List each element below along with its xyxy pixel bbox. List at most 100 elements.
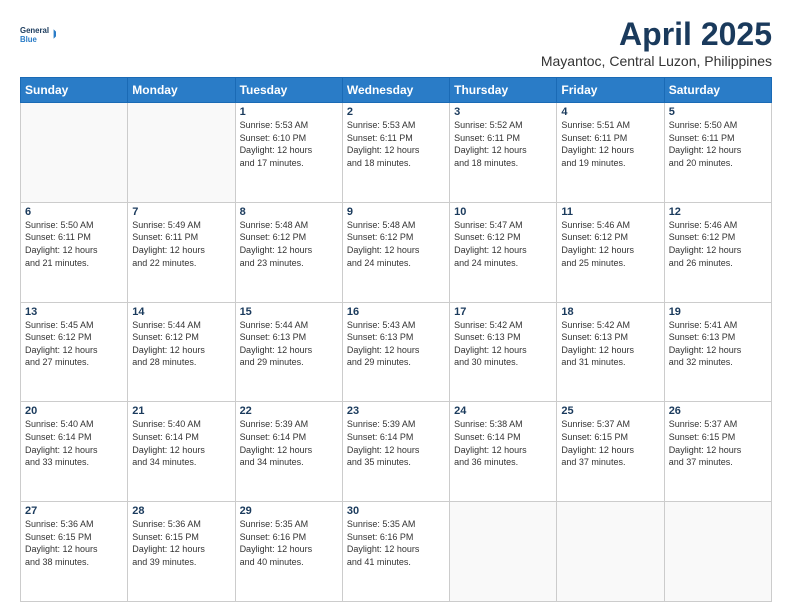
day-number: 23 [347, 405, 445, 417]
calendar-cell: 1Sunrise: 5:53 AM Sunset: 6:10 PM Daylig… [235, 103, 342, 203]
weekday-header-wednesday: Wednesday [342, 78, 449, 103]
day-number: 10 [454, 206, 552, 218]
calendar-cell: 10Sunrise: 5:47 AM Sunset: 6:12 PM Dayli… [450, 202, 557, 302]
day-number: 26 [669, 405, 767, 417]
day-number: 25 [561, 405, 659, 417]
calendar-cell: 14Sunrise: 5:44 AM Sunset: 6:12 PM Dayli… [128, 302, 235, 402]
day-number: 13 [25, 306, 123, 318]
calendar-cell: 18Sunrise: 5:42 AM Sunset: 6:13 PM Dayli… [557, 302, 664, 402]
day-number: 27 [25, 505, 123, 517]
logo: General Blue [20, 16, 56, 52]
page: General Blue April 2025 Mayantoc, Centra… [0, 0, 792, 612]
day-info: Sunrise: 5:37 AM Sunset: 6:15 PM Dayligh… [669, 418, 767, 468]
calendar-cell: 24Sunrise: 5:38 AM Sunset: 6:14 PM Dayli… [450, 402, 557, 502]
day-number: 9 [347, 206, 445, 218]
header: General Blue April 2025 Mayantoc, Centra… [20, 16, 772, 69]
day-info: Sunrise: 5:52 AM Sunset: 6:11 PM Dayligh… [454, 119, 552, 169]
day-info: Sunrise: 5:50 AM Sunset: 6:11 PM Dayligh… [25, 219, 123, 269]
calendar-cell: 13Sunrise: 5:45 AM Sunset: 6:12 PM Dayli… [21, 302, 128, 402]
day-number: 2 [347, 106, 445, 118]
day-number: 29 [240, 505, 338, 517]
day-number: 30 [347, 505, 445, 517]
day-number: 1 [240, 106, 338, 118]
week-row-5: 27Sunrise: 5:36 AM Sunset: 6:15 PM Dayli… [21, 502, 772, 602]
day-number: 5 [669, 106, 767, 118]
calendar-cell: 29Sunrise: 5:35 AM Sunset: 6:16 PM Dayli… [235, 502, 342, 602]
svg-text:General: General [20, 26, 49, 35]
day-number: 22 [240, 405, 338, 417]
day-number: 8 [240, 206, 338, 218]
day-info: Sunrise: 5:36 AM Sunset: 6:15 PM Dayligh… [132, 518, 230, 568]
day-info: Sunrise: 5:39 AM Sunset: 6:14 PM Dayligh… [347, 418, 445, 468]
day-number: 4 [561, 106, 659, 118]
main-title: April 2025 [541, 16, 772, 53]
day-number: 15 [240, 306, 338, 318]
week-row-1: 1Sunrise: 5:53 AM Sunset: 6:10 PM Daylig… [21, 103, 772, 203]
calendar-cell: 5Sunrise: 5:50 AM Sunset: 6:11 PM Daylig… [664, 103, 771, 203]
calendar-cell: 3Sunrise: 5:52 AM Sunset: 6:11 PM Daylig… [450, 103, 557, 203]
calendar-cell: 25Sunrise: 5:37 AM Sunset: 6:15 PM Dayli… [557, 402, 664, 502]
day-number: 28 [132, 505, 230, 517]
weekday-header-friday: Friday [557, 78, 664, 103]
day-info: Sunrise: 5:43 AM Sunset: 6:13 PM Dayligh… [347, 319, 445, 369]
calendar-cell: 9Sunrise: 5:48 AM Sunset: 6:12 PM Daylig… [342, 202, 449, 302]
weekday-header-thursday: Thursday [450, 78, 557, 103]
weekday-header-sunday: Sunday [21, 78, 128, 103]
day-number: 20 [25, 405, 123, 417]
calendar-cell: 7Sunrise: 5:49 AM Sunset: 6:11 PM Daylig… [128, 202, 235, 302]
day-info: Sunrise: 5:42 AM Sunset: 6:13 PM Dayligh… [561, 319, 659, 369]
calendar-cell: 22Sunrise: 5:39 AM Sunset: 6:14 PM Dayli… [235, 402, 342, 502]
day-number: 17 [454, 306, 552, 318]
day-number: 14 [132, 306, 230, 318]
title-block: April 2025 Mayantoc, Central Luzon, Phil… [541, 16, 772, 69]
day-number: 12 [669, 206, 767, 218]
subtitle: Mayantoc, Central Luzon, Philippines [541, 53, 772, 69]
day-info: Sunrise: 5:39 AM Sunset: 6:14 PM Dayligh… [240, 418, 338, 468]
calendar-cell [21, 103, 128, 203]
day-info: Sunrise: 5:44 AM Sunset: 6:13 PM Dayligh… [240, 319, 338, 369]
week-row-2: 6Sunrise: 5:50 AM Sunset: 6:11 PM Daylig… [21, 202, 772, 302]
day-info: Sunrise: 5:53 AM Sunset: 6:10 PM Dayligh… [240, 119, 338, 169]
day-info: Sunrise: 5:48 AM Sunset: 6:12 PM Dayligh… [240, 219, 338, 269]
calendar-cell: 26Sunrise: 5:37 AM Sunset: 6:15 PM Dayli… [664, 402, 771, 502]
day-number: 3 [454, 106, 552, 118]
day-info: Sunrise: 5:51 AM Sunset: 6:11 PM Dayligh… [561, 119, 659, 169]
day-number: 6 [25, 206, 123, 218]
calendar-cell [664, 502, 771, 602]
day-info: Sunrise: 5:42 AM Sunset: 6:13 PM Dayligh… [454, 319, 552, 369]
calendar-cell: 8Sunrise: 5:48 AM Sunset: 6:12 PM Daylig… [235, 202, 342, 302]
calendar-cell: 16Sunrise: 5:43 AM Sunset: 6:13 PM Dayli… [342, 302, 449, 402]
day-info: Sunrise: 5:44 AM Sunset: 6:12 PM Dayligh… [132, 319, 230, 369]
day-info: Sunrise: 5:40 AM Sunset: 6:14 PM Dayligh… [25, 418, 123, 468]
calendar-cell: 4Sunrise: 5:51 AM Sunset: 6:11 PM Daylig… [557, 103, 664, 203]
day-info: Sunrise: 5:48 AM Sunset: 6:12 PM Dayligh… [347, 219, 445, 269]
calendar-cell [128, 103, 235, 203]
week-row-4: 20Sunrise: 5:40 AM Sunset: 6:14 PM Dayli… [21, 402, 772, 502]
calendar-cell [450, 502, 557, 602]
calendar-cell: 23Sunrise: 5:39 AM Sunset: 6:14 PM Dayli… [342, 402, 449, 502]
day-info: Sunrise: 5:38 AM Sunset: 6:14 PM Dayligh… [454, 418, 552, 468]
day-info: Sunrise: 5:36 AM Sunset: 6:15 PM Dayligh… [25, 518, 123, 568]
calendar-cell: 19Sunrise: 5:41 AM Sunset: 6:13 PM Dayli… [664, 302, 771, 402]
weekday-header-row: SundayMondayTuesdayWednesdayThursdayFrid… [21, 78, 772, 103]
calendar-cell: 30Sunrise: 5:35 AM Sunset: 6:16 PM Dayli… [342, 502, 449, 602]
day-info: Sunrise: 5:41 AM Sunset: 6:13 PM Dayligh… [669, 319, 767, 369]
logo-icon: General Blue [20, 16, 56, 52]
weekday-header-tuesday: Tuesday [235, 78, 342, 103]
calendar-cell: 20Sunrise: 5:40 AM Sunset: 6:14 PM Dayli… [21, 402, 128, 502]
calendar-table: SundayMondayTuesdayWednesdayThursdayFrid… [20, 77, 772, 602]
day-number: 16 [347, 306, 445, 318]
calendar-cell: 2Sunrise: 5:53 AM Sunset: 6:11 PM Daylig… [342, 103, 449, 203]
calendar-cell: 21Sunrise: 5:40 AM Sunset: 6:14 PM Dayli… [128, 402, 235, 502]
weekday-header-monday: Monday [128, 78, 235, 103]
calendar-cell: 15Sunrise: 5:44 AM Sunset: 6:13 PM Dayli… [235, 302, 342, 402]
week-row-3: 13Sunrise: 5:45 AM Sunset: 6:12 PM Dayli… [21, 302, 772, 402]
day-number: 21 [132, 405, 230, 417]
calendar-cell [557, 502, 664, 602]
day-number: 11 [561, 206, 659, 218]
day-info: Sunrise: 5:40 AM Sunset: 6:14 PM Dayligh… [132, 418, 230, 468]
calendar-cell: 12Sunrise: 5:46 AM Sunset: 6:12 PM Dayli… [664, 202, 771, 302]
day-number: 18 [561, 306, 659, 318]
calendar-cell: 28Sunrise: 5:36 AM Sunset: 6:15 PM Dayli… [128, 502, 235, 602]
day-number: 19 [669, 306, 767, 318]
